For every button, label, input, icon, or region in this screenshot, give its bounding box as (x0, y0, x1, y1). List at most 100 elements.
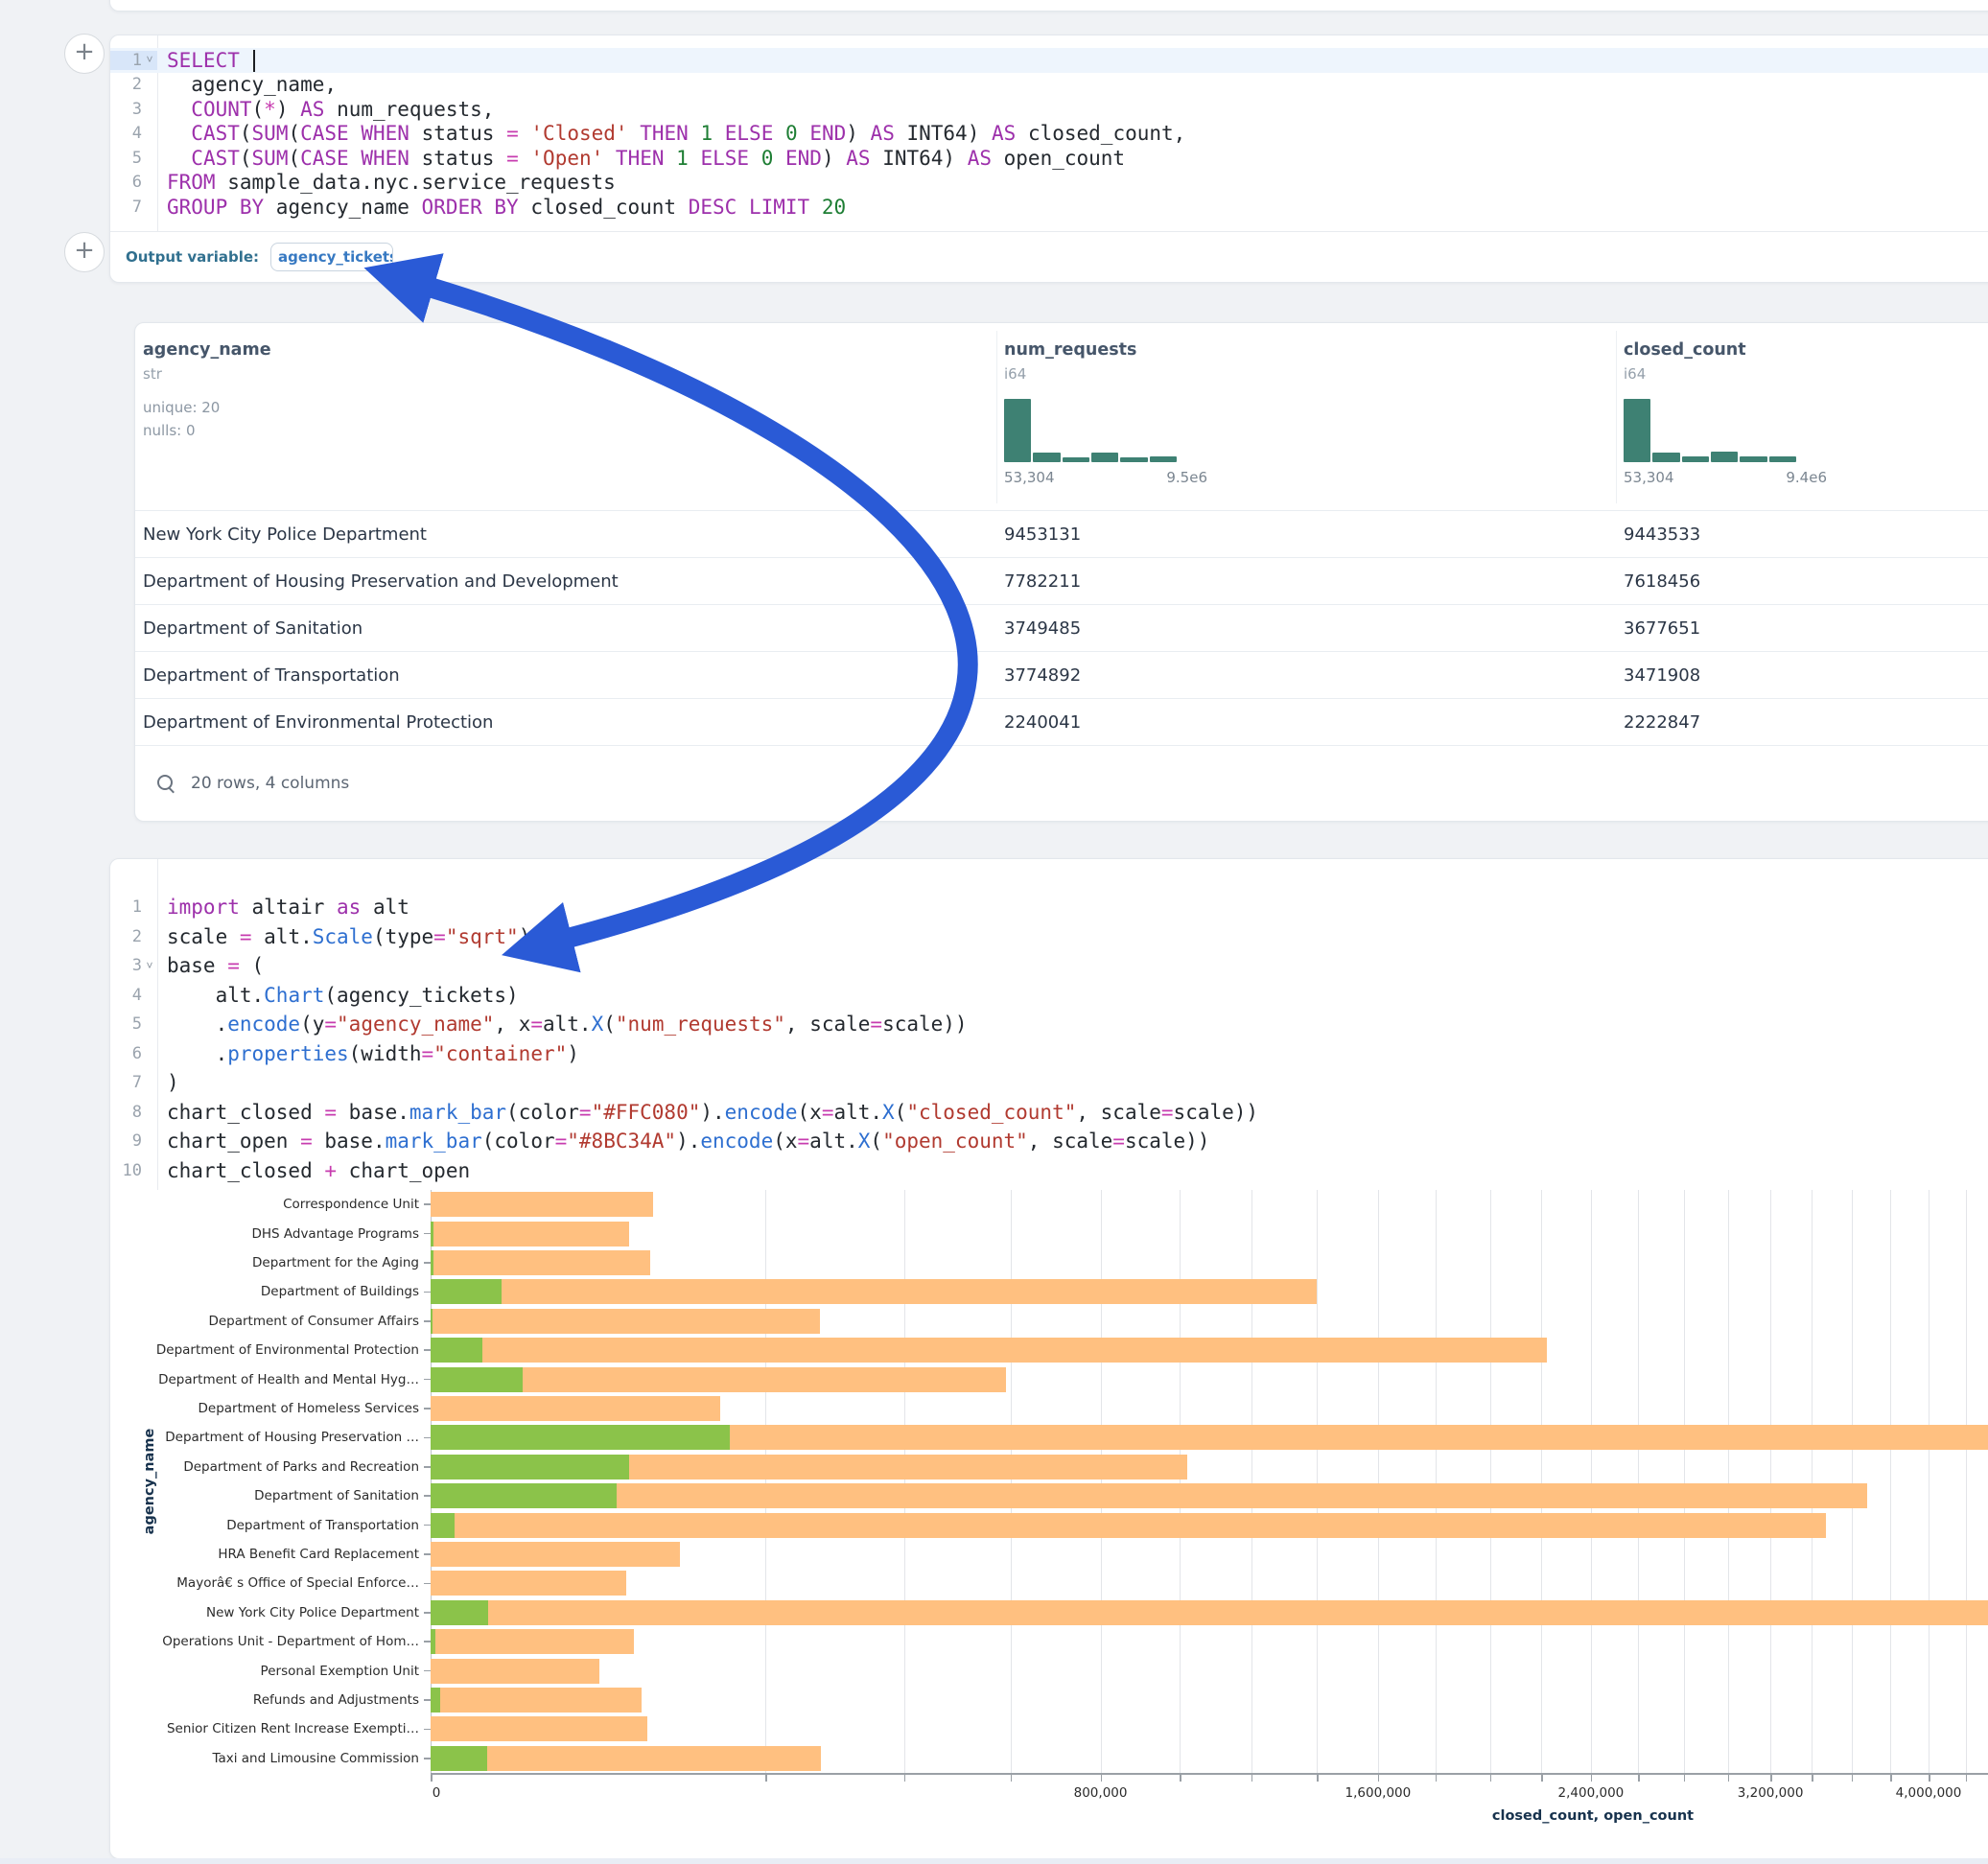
code-token: as (337, 896, 361, 919)
y-axis-label-row: Mayorâ€ s Office of Special Enforce… (110, 1569, 431, 1597)
code-line[interactable]: 3˅base = ( (110, 951, 1988, 981)
code-line[interactable]: 5 CAST(SUM(CASE WHEN status = 'Open' THE… (110, 146, 1988, 171)
line-number-gutter: 5 (110, 149, 157, 168)
table-cell[interactable]: Department of Sanitation (143, 605, 363, 652)
bar-open (431, 1309, 433, 1334)
y-axis-label-row: Correspondence Unit (110, 1190, 431, 1219)
table-row[interactable]: Department of Sanitation 3749485 3677651 (135, 604, 1988, 652)
fold-spacer (142, 1134, 157, 1148)
fold-spacer (142, 1164, 157, 1177)
y-axis-tick (424, 1583, 431, 1585)
column-type: str (143, 365, 271, 383)
histogram-max-label: 9.4e6 (1786, 469, 1827, 486)
code-token: CASE (300, 122, 349, 145)
bar-closed (431, 1250, 650, 1275)
y-axis-label-row: Taxi and Limousine Commission (110, 1744, 431, 1773)
histogram-bar (1624, 399, 1650, 462)
code-line[interactable]: 7 GROUP BY agency_name ORDER BY closed_c… (110, 195, 1988, 220)
sql-cell[interactable]: 1˅SELECT 2 agency_name,3 COUNT(*) AS num… (109, 35, 1988, 283)
fold-chevron-icon[interactable]: ˅ (142, 53, 157, 67)
table-cell[interactable]: Department of Transportation (143, 652, 400, 699)
code-token: = (822, 1101, 834, 1124)
code-token: CASE (300, 147, 349, 170)
y-axis-label: Department of Health and Mental Hyg… (158, 1372, 419, 1387)
bar-open (431, 1688, 440, 1713)
column-header[interactable]: closed_counti6453,3049.4e6 (1624, 340, 1746, 527)
output-variable-chip[interactable]: agency_tickets (270, 243, 393, 271)
column-header[interactable]: agency_namestrunique: 20nulls: 0 (143, 340, 271, 527)
y-axis-label: DHS Advantage Programs (251, 1226, 419, 1242)
table-cell[interactable]: 7618456 (1624, 558, 1700, 605)
code-token (689, 147, 701, 170)
code-line[interactable]: 3 COUNT(*) AS num_requests, (110, 97, 1988, 122)
code-line[interactable]: 6 .properties(width="container") (110, 1039, 1988, 1069)
add-cell-button[interactable]: + (64, 232, 105, 272)
table-cell[interactable]: 3677651 (1624, 605, 1700, 652)
code-token: INT64) (871, 147, 968, 170)
table-row[interactable]: New York City Police Department 9453131 94… (135, 510, 1988, 558)
code-token: ( (288, 147, 300, 170)
code-line[interactable]: 4 CAST(SUM(CASE WHEN status = 'Closed' T… (110, 122, 1988, 147)
table-cell[interactable]: Department of Environmental Protection (143, 699, 493, 746)
code-token: X (858, 1130, 871, 1153)
table-row[interactable]: Department of Transportation 3774892 34719… (135, 651, 1988, 699)
code-line[interactable]: 10 chart_closed + chart_open (110, 1156, 1988, 1186)
table-cell[interactable]: 3749485 (1004, 605, 1081, 652)
code-token: scale)) (1174, 1101, 1259, 1124)
code-token: X (592, 1013, 604, 1036)
bar-open (431, 1483, 617, 1508)
code-line[interactable]: 1˅SELECT (110, 48, 1988, 73)
table-cell[interactable]: 9443533 (1624, 511, 1700, 558)
table-cell[interactable]: 9453131 (1004, 511, 1081, 558)
table-cell[interactable]: 2240041 (1004, 699, 1081, 746)
code-line[interactable]: 2 agency_name, (110, 73, 1988, 98)
code-line[interactable]: 5 .encode(y="agency_name", x=alt.X("num_… (110, 1010, 1988, 1039)
sql-code-editor[interactable]: 1˅SELECT 2 agency_name,3 COUNT(*) AS num… (110, 35, 1988, 220)
code-line[interactable]: 4 alt.Chart(agency_tickets) (110, 981, 1988, 1011)
python-code-editor[interactable]: 1 import altair as alt2 scale = alt.Scal… (110, 859, 1988, 1185)
code-token: 'Open' (530, 147, 603, 170)
table-cell[interactable]: New York City Police Department (143, 511, 427, 558)
table-cell[interactable]: 3774892 (1004, 652, 1081, 699)
code-line[interactable]: 7 ) (110, 1068, 1988, 1098)
fold-spacer (142, 1047, 157, 1060)
code-line[interactable]: 6 FROM sample_data.nyc.service_requests (110, 171, 1988, 196)
line-number-gutter: 10 (110, 1161, 157, 1180)
code-token: alt. (833, 1101, 882, 1124)
code-token: SUM (252, 147, 289, 170)
column-header[interactable]: num_requestsi6453,3049.5e6 (1004, 340, 1136, 527)
table-cell[interactable]: 7782211 (1004, 558, 1081, 605)
fold-chevron-icon[interactable]: ˅ (142, 959, 157, 973)
code-token (773, 147, 785, 170)
code-token: ) (167, 1071, 179, 1094)
column-histogram (1004, 399, 1177, 462)
line-number: 5 (132, 149, 142, 168)
add-cell-button[interactable]: + (64, 34, 105, 74)
table-row[interactable]: Department of Housing Preservation and D… (135, 557, 1988, 605)
table-cell[interactable]: 3471908 (1624, 652, 1700, 699)
search-icon[interactable] (156, 774, 175, 793)
code-token (773, 122, 785, 145)
line-number-gutter: 4 (110, 986, 157, 1005)
line-number: 5 (132, 1014, 142, 1034)
histogram-range-labels: 53,3049.5e6 (1004, 469, 1207, 486)
code-token: alt. (167, 984, 264, 1007)
x-axis-tick (1684, 1775, 1686, 1782)
gridline (1890, 1190, 1891, 1773)
table-cell[interactable]: 2222847 (1624, 699, 1700, 746)
code-line[interactable]: 9 chart_open = base.mark_bar(color="#8BC… (110, 1127, 1988, 1156)
table-cell[interactable]: Department of Housing Preservation and D… (143, 558, 619, 605)
python-cell[interactable]: 1 import altair as alt2 scale = alt.Scal… (109, 858, 1988, 1859)
code-token: = (227, 954, 240, 977)
code-line[interactable]: 1 import altair as alt (110, 893, 1988, 922)
gridline (1591, 1190, 1592, 1773)
code-token: ) (846, 122, 870, 145)
code-token: + (324, 1159, 337, 1182)
column-name: closed_count (1624, 340, 1746, 360)
code-token: END (809, 122, 846, 145)
code-line[interactable]: 2 scale = alt.Scale(type="sqrt") (110, 922, 1988, 952)
table-row[interactable]: Department of Environmental Protection 22… (135, 698, 1988, 746)
column-type: i64 (1624, 365, 1746, 383)
code-line[interactable]: 8 chart_closed = base.mark_bar(color="#F… (110, 1098, 1988, 1128)
code-token: INT64) (895, 122, 992, 145)
